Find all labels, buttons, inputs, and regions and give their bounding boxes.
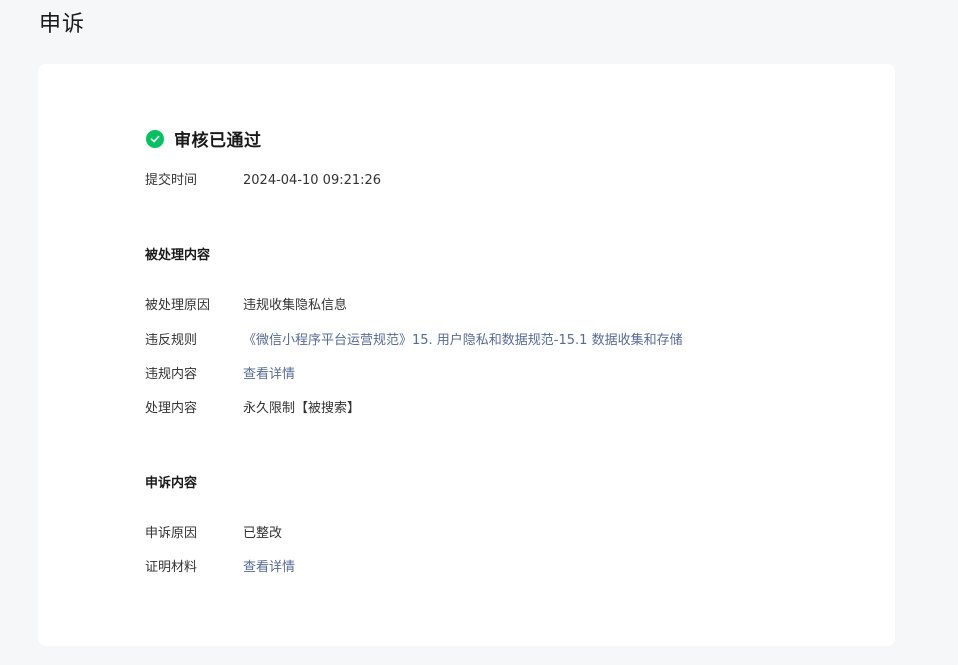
violated-rule-link[interactable]: 《微信小程序平台运营规范》15. 用户隐私和数据规范-15.1 数据收集和存储 [243,332,683,350]
violated-rule-label: 违反规则 [145,333,198,348]
appeal-reason-row: 申诉原因 已整改 [145,525,282,543]
handling-content-row: 处理内容 永久限制【被搜索】 [145,400,360,418]
proof-material-row: 证明材料 查看详情 [145,559,295,577]
appeal-reason-label: 申诉原因 [145,526,198,541]
violated-rule-row: 违反规则 《微信小程序平台运营规范》15. 用户隐私和数据规范-15.1 数据收… [145,332,683,350]
submit-time-label: 提交时间 [145,173,198,188]
handled-reason-label: 被处理原因 [145,298,211,313]
violation-content-label: 违规内容 [145,367,198,382]
handled-reason-row: 被处理原因 违规收集隐私信息 [145,297,347,315]
handled-reason-value: 违规收集隐私信息 [243,298,348,313]
proof-material-view-details-link[interactable]: 查看详情 [243,559,295,577]
review-status-text: 审核已通过 [174,131,262,151]
violation-content-row: 违规内容 查看详情 [145,366,295,384]
handling-content-label: 处理内容 [145,401,198,416]
submit-time-row: 提交时间 2024-04-10 09:21:26 [145,172,381,190]
handled-content-section-title: 被处理内容 [145,248,211,263]
page-title: 申诉 [39,12,86,37]
handling-content-value: 永久限制【被搜索】 [243,401,361,416]
submit-time-value: 2024-04-10 09:21:26 [243,173,382,188]
appeal-reason-value: 已整改 [243,526,283,541]
check-circle-icon [146,129,164,148]
appeal-content-section-title: 申诉内容 [145,476,198,491]
appeal-detail-card: 审核已通过 提交时间 2024-04-10 09:21:26 被处理内容 被处理… [38,64,895,646]
review-status: 审核已通过 [146,126,262,151]
proof-material-label: 证明材料 [145,560,198,575]
violation-content-view-details-link[interactable]: 查看详情 [243,366,295,384]
